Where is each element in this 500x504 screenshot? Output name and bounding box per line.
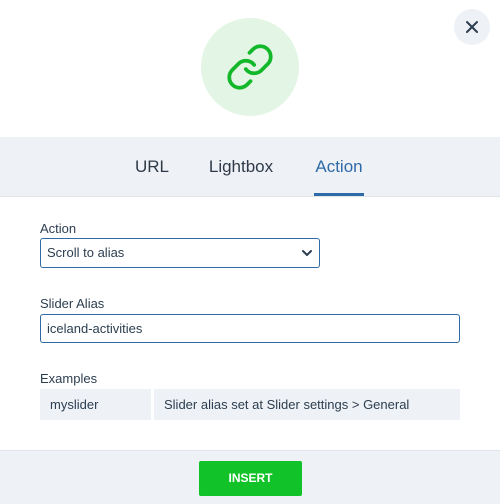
insert-button[interactable]: INSERT bbox=[199, 461, 302, 496]
slider-alias-label: Slider Alias bbox=[40, 296, 105, 311]
example-description: Slider alias set at Slider settings > Ge… bbox=[154, 389, 460, 420]
close-button[interactable] bbox=[454, 9, 490, 45]
close-icon bbox=[466, 21, 478, 33]
action-label: Action bbox=[40, 221, 77, 236]
link-icon-badge bbox=[201, 18, 299, 116]
tab-bar: URL Lightbox Action bbox=[0, 137, 500, 197]
active-tab-indicator bbox=[314, 193, 364, 196]
action-select-value: Scroll to alias bbox=[47, 245, 125, 260]
slider-alias-input[interactable]: iceland-activities bbox=[40, 314, 460, 343]
link-icon bbox=[227, 44, 273, 90]
examples-label: Examples bbox=[40, 371, 98, 386]
example-key: myslider bbox=[40, 389, 151, 420]
tab-action[interactable]: Action bbox=[310, 137, 368, 197]
tab-url[interactable]: URL bbox=[126, 137, 178, 197]
action-select[interactable]: Scroll to alias bbox=[40, 238, 320, 268]
chevron-down-icon bbox=[302, 250, 312, 256]
tab-lightbox[interactable]: Lightbox bbox=[201, 137, 281, 197]
